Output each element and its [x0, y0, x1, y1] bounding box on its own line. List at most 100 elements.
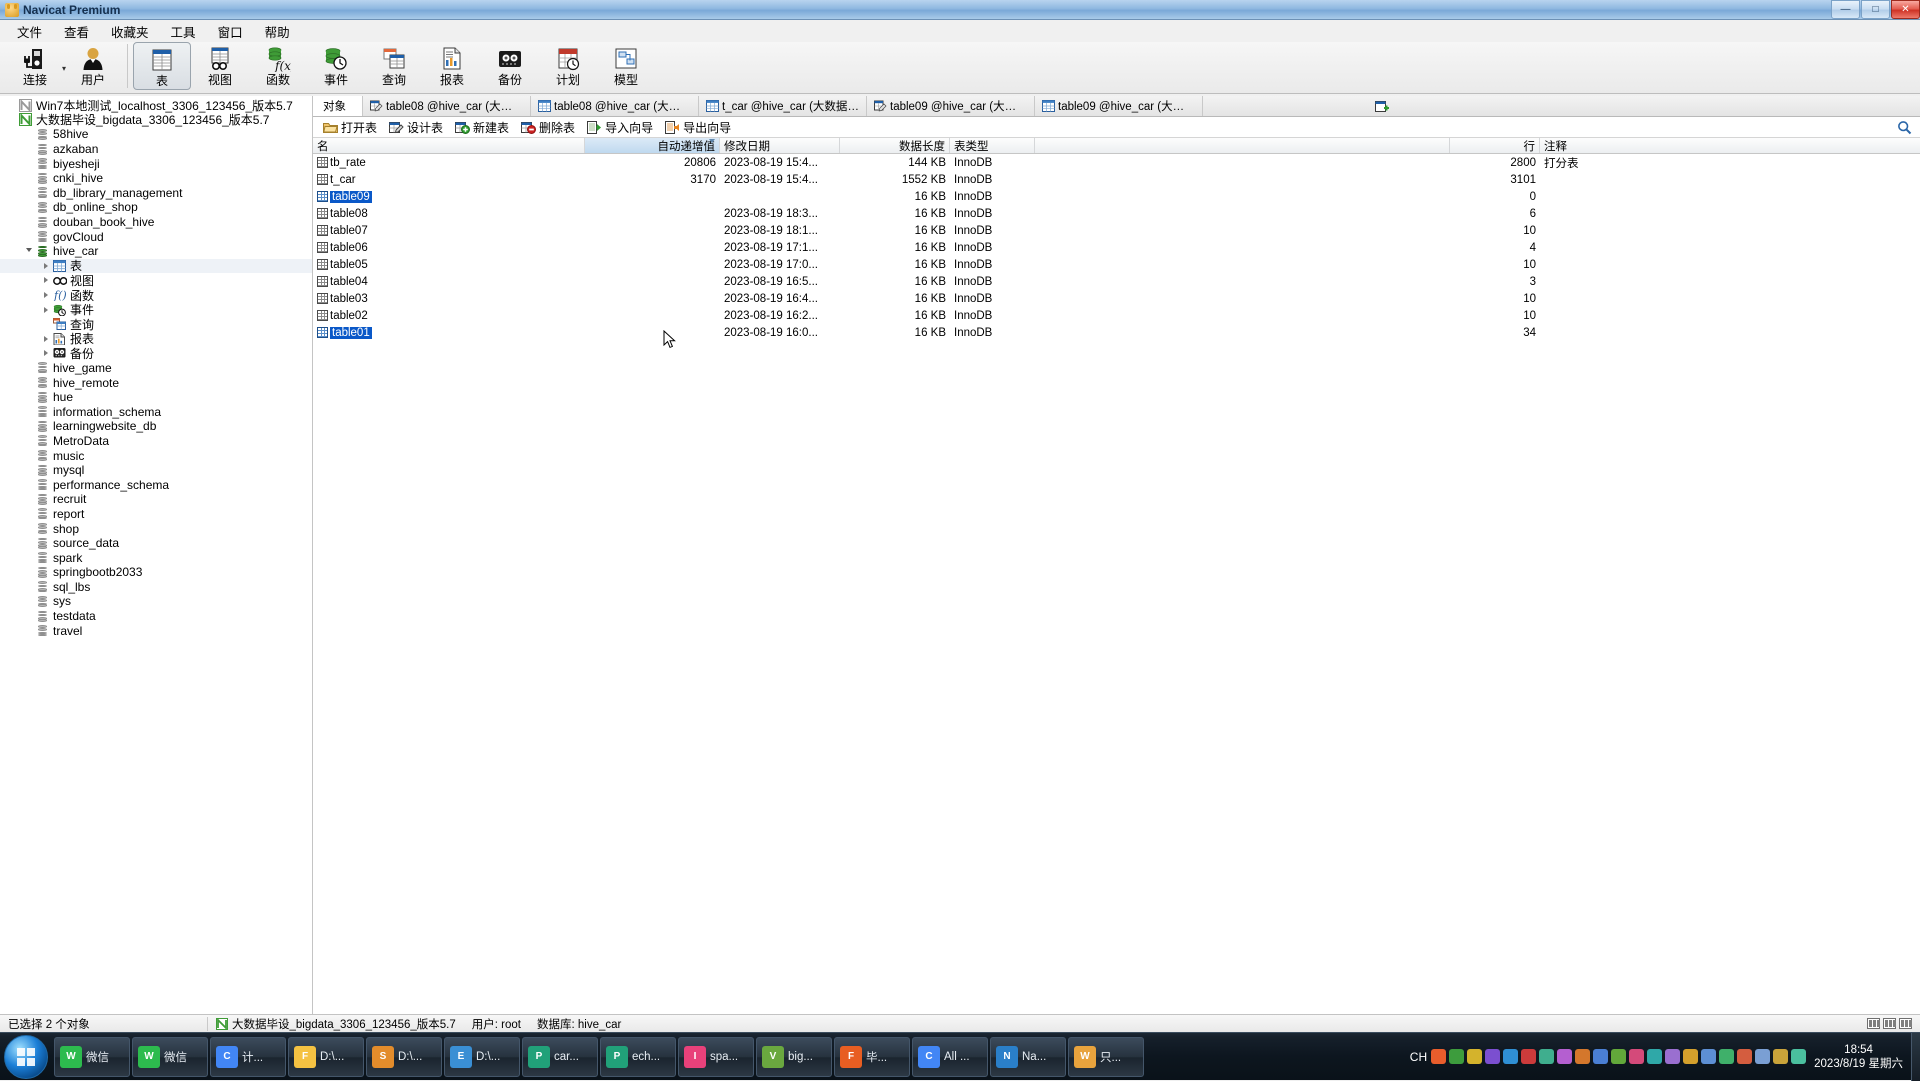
- editor-tab-3[interactable]: table09 @hive_car (大数据毕...: [867, 96, 1035, 116]
- windows-start-icon[interactable]: [4, 1035, 48, 1079]
- tree-node-[interactable]: 视图: [0, 273, 312, 288]
- tree-node-hive-remote[interactable]: hive_remote: [0, 375, 312, 390]
- grid-body[interactable]: tb_rate208062023-08-19 15:4...144 KBInno…: [313, 154, 1920, 341]
- col-spacer[interactable]: [1035, 138, 1450, 153]
- toolbar-query[interactable]: 查询: [365, 42, 423, 92]
- export-wizard-button[interactable]: 导出向导: [660, 118, 736, 137]
- tray-13[interactable]: [1665, 1049, 1680, 1064]
- table-row[interactable]: t_car31702023-08-19 15:4...1552 KBInnoDB…: [313, 171, 1920, 188]
- editor-tab-1[interactable]: table08 @hive_car (大数据毕...: [531, 96, 699, 116]
- toolbar-model[interactable]: 模型: [597, 42, 655, 92]
- object-tree-sidebar[interactable]: Win7本地测试_localhost_3306_123456_版本5.7大数据毕…: [0, 96, 313, 1032]
- editor-tab-2[interactable]: t_car @hive_car (大数据毕设_...: [699, 96, 867, 116]
- sogou-icon[interactable]: [1431, 1049, 1446, 1064]
- tray-5[interactable]: [1521, 1049, 1536, 1064]
- tree-node-travel[interactable]: travel: [0, 623, 312, 638]
- tree-node-hive-game[interactable]: hive_game: [0, 361, 312, 376]
- col-rows[interactable]: 行: [1450, 138, 1540, 153]
- tray-16[interactable]: [1719, 1049, 1734, 1064]
- editor-tab-4[interactable]: table09 @hive_car (大数据毕...: [1035, 96, 1203, 116]
- database-tree[interactable]: Win7本地测试_localhost_3306_123456_版本5.7大数据毕…: [0, 96, 312, 638]
- tree-node-hue[interactable]: hue: [0, 390, 312, 405]
- table-row[interactable]: table042023-08-19 16:5...16 KBInnoDB3: [313, 273, 1920, 290]
- tree-node-metrodata[interactable]: MetroData: [0, 434, 312, 449]
- taskbar-clock[interactable]: 18:54 2023/8/19 星期六: [1810, 1043, 1911, 1071]
- tray-4[interactable]: [1503, 1049, 1518, 1064]
- tree-node-shop[interactable]: shop: [0, 521, 312, 536]
- twisty-collapsed-icon[interactable]: [39, 277, 52, 283]
- tray-6[interactable]: [1539, 1049, 1554, 1064]
- taskbar-item-1[interactable]: W微信: [132, 1037, 208, 1077]
- grid-view-icon[interactable]: [1899, 1018, 1912, 1029]
- tree-node-govcloud[interactable]: govCloud: [0, 229, 312, 244]
- toolbar-schedule[interactable]: 计划: [539, 42, 597, 92]
- editor-tab-0[interactable]: table08 @hive_car (大数据毕...: [363, 96, 531, 116]
- taskbar-item-4[interactable]: SD:\...: [366, 1037, 442, 1077]
- tree-node-[interactable]: 报表: [0, 332, 312, 347]
- table-row[interactable]: table062023-08-19 17:1...16 KBInnoDB4: [313, 239, 1920, 256]
- tree-node-[interactable]: 事件: [0, 302, 312, 317]
- tree-node-recruit[interactable]: recruit: [0, 492, 312, 507]
- col-name[interactable]: 名: [313, 138, 585, 153]
- tray-17[interactable]: [1737, 1049, 1752, 1064]
- toolbar-table[interactable]: 表: [133, 42, 191, 90]
- close-button[interactable]: ✕: [1891, 0, 1920, 19]
- col-table-type[interactable]: 表类型: [950, 138, 1035, 153]
- tree-node-performance-schema[interactable]: performance_schema: [0, 477, 312, 492]
- taskbar-item-13[interactable]: W只...: [1068, 1037, 1144, 1077]
- tray-10[interactable]: [1611, 1049, 1626, 1064]
- tray-12[interactable]: [1647, 1049, 1662, 1064]
- taskbar-item-5[interactable]: ED:\...: [444, 1037, 520, 1077]
- tree-node-58hive[interactable]: 58hive: [0, 127, 312, 142]
- taskbar-item-6[interactable]: Pcar...: [522, 1037, 598, 1077]
- system-tray[interactable]: [1431, 1049, 1810, 1064]
- tree-node-music[interactable]: music: [0, 448, 312, 463]
- tree-node-db-online-shop[interactable]: db_online_shop: [0, 200, 312, 215]
- table-row[interactable]: table0916 KBInnoDB0: [313, 188, 1920, 205]
- toolbar-backup[interactable]: 备份: [481, 42, 539, 92]
- tree-node-[interactable]: f()函数: [0, 288, 312, 303]
- menu-tools[interactable]: 工具: [160, 19, 207, 44]
- tree-node-sys[interactable]: sys: [0, 594, 312, 609]
- minimize-button[interactable]: —: [1831, 0, 1860, 19]
- tree-node-hive-car[interactable]: hive_car: [0, 244, 312, 259]
- editor-tab-strip[interactable]: 对象 table08 @hive_car (大数据毕...table08 @hi…: [313, 96, 1920, 117]
- twisty-collapsed-icon[interactable]: [39, 350, 52, 356]
- design-table-button[interactable]: 设计表: [384, 118, 448, 137]
- table-row[interactable]: table052023-08-19 17:0...16 KBInnoDB10: [313, 256, 1920, 273]
- menu-view[interactable]: 查看: [53, 19, 100, 44]
- import-wizard-button[interactable]: 导入向导: [582, 118, 658, 137]
- tree-node-biyesheji[interactable]: biyesheji: [0, 156, 312, 171]
- table-action-bar[interactable]: 打开表 设计表 新建表 删除表 导入向导: [313, 117, 1920, 138]
- tree-node-cnki-hive[interactable]: cnki_hive: [0, 171, 312, 186]
- tree-node-learningwebsite-db[interactable]: learningwebsite_db: [0, 419, 312, 434]
- tray-15[interactable]: [1701, 1049, 1716, 1064]
- table-row[interactable]: tb_rate208062023-08-19 15:4...144 KBInno…: [313, 154, 1920, 171]
- table-row[interactable]: table082023-08-19 18:3...16 KBInnoDB6: [313, 205, 1920, 222]
- table-row[interactable]: table072023-08-19 18:1...16 KBInnoDB10: [313, 222, 1920, 239]
- taskbar-buttons[interactable]: W微信W微信C计...FD:\...SD:\...ED:\...Pcar...P…: [54, 1037, 1406, 1077]
- taskbar-item-10[interactable]: F毕...: [834, 1037, 910, 1077]
- search-button[interactable]: [1897, 120, 1920, 135]
- table-row[interactable]: table032023-08-19 16:4...16 KBInnoDB10: [313, 290, 1920, 307]
- menu-window[interactable]: 窗口: [207, 19, 254, 44]
- toolbar-event[interactable]: 事件: [307, 42, 365, 92]
- tray-20[interactable]: [1791, 1049, 1806, 1064]
- col-modified-date[interactable]: 修改日期: [720, 138, 840, 153]
- tray-19[interactable]: [1773, 1049, 1788, 1064]
- tree-node-sql-lbs[interactable]: sql_lbs: [0, 580, 312, 595]
- tree-node-springbootb2033[interactable]: springbootb2033: [0, 565, 312, 580]
- tree-node-source-data[interactable]: source_data: [0, 536, 312, 551]
- open-table-button[interactable]: 打开表: [318, 118, 382, 137]
- tree-node-azkaban[interactable]: azkaban: [0, 142, 312, 157]
- delete-table-button[interactable]: 删除表: [516, 118, 580, 137]
- col-data-length[interactable]: 数据长度: [840, 138, 950, 153]
- show-desktop-button[interactable]: [1911, 1033, 1920, 1081]
- twisty-expanded-icon[interactable]: [22, 248, 35, 255]
- tree-node-douban-book-hive[interactable]: douban_book_hive: [0, 215, 312, 230]
- table-row[interactable]: table012023-08-19 16:0...16 KBInnoDB34: [313, 324, 1920, 341]
- tray-3[interactable]: [1485, 1049, 1500, 1064]
- status-view-switcher[interactable]: [1867, 1018, 1920, 1029]
- twisty-collapsed-icon[interactable]: [39, 307, 52, 313]
- tray-1[interactable]: [1449, 1049, 1464, 1064]
